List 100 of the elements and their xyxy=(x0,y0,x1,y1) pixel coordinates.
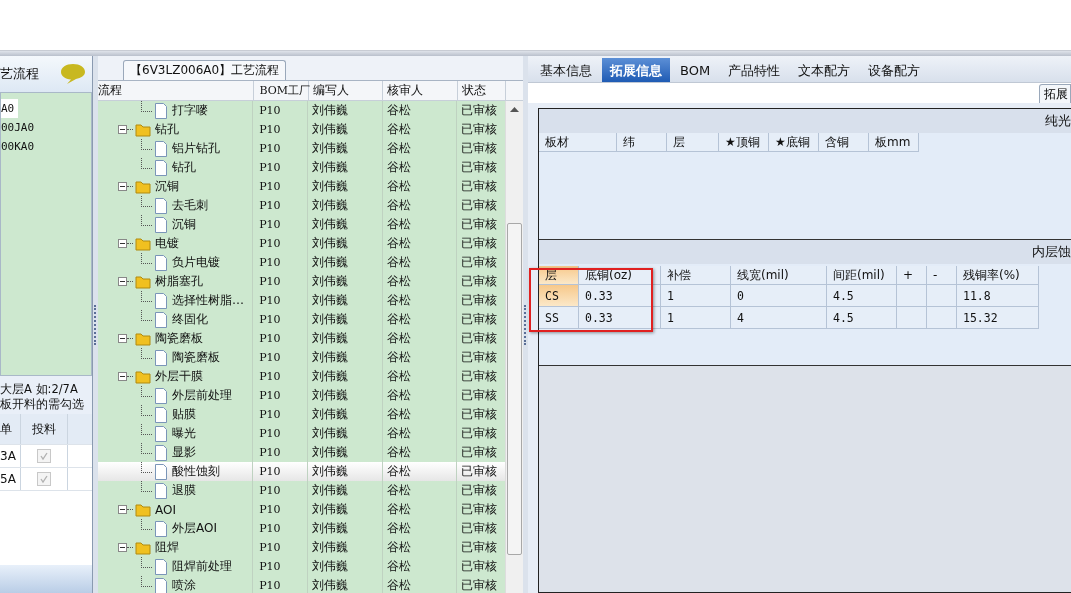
table-cell-text: 已审核 xyxy=(460,349,499,366)
table-cell-text: 已审核 xyxy=(460,254,499,271)
tree-row[interactable]: 负片电镀 P10 刘伟巍 谷松 已审核 xyxy=(98,253,506,272)
tree-row[interactable]: 外层干膜 P10 刘伟巍 谷松 已审核 xyxy=(98,367,506,386)
table-cell: 5A xyxy=(0,468,21,490)
document-icon xyxy=(154,102,168,119)
column-header: 线宽(mil) xyxy=(731,266,827,285)
table-cell-text: 已审核 xyxy=(460,102,499,119)
collapse-icon[interactable] xyxy=(118,372,127,381)
collapse-icon[interactable] xyxy=(118,239,127,248)
column-header: 核审人 xyxy=(383,81,459,100)
table-cell: SS xyxy=(539,307,579,329)
folder-icon xyxy=(135,274,151,289)
tree-row[interactable]: 树脂塞孔 P10 刘伟巍 谷松 已审核 xyxy=(98,272,506,291)
tree-row[interactable]: 喷涂 P10 刘伟巍 谷松 已审核 xyxy=(98,576,506,593)
table-cell: 0.33 xyxy=(579,285,661,307)
step-name: 显影 xyxy=(172,444,196,461)
step-name: 喷涂 xyxy=(172,577,196,593)
tree-row[interactable]: 钻孔 P10 刘伟巍 谷松 已审核 xyxy=(98,158,506,177)
document-icon xyxy=(154,444,168,461)
tree-row[interactable]: 沉铜 P10 刘伟巍 谷松 已审核 xyxy=(98,215,506,234)
collapse-icon[interactable] xyxy=(118,505,127,514)
tree-row[interactable]: 阻焊 P10 刘伟巍 谷松 已审核 xyxy=(98,538,506,557)
step-name: 陶瓷磨板 xyxy=(172,349,220,366)
document-icon xyxy=(154,406,168,423)
document-icon xyxy=(154,254,168,271)
list-item[interactable]: 00KA0 xyxy=(1,137,91,156)
column-header: 状态 xyxy=(458,81,506,100)
step-name: 钻孔 xyxy=(172,159,196,176)
tree-row[interactable]: 沉铜 P10 刘伟巍 谷松 已审核 xyxy=(98,177,506,196)
column-header: 单 xyxy=(0,414,21,444)
step-name: 贴膜 xyxy=(172,406,196,423)
column-header: 残铜率(%) xyxy=(957,266,1039,285)
folder-icon xyxy=(135,122,151,137)
tree-row[interactable]: 酸性蚀刻 P10 刘伟巍 谷松 已审核 xyxy=(98,462,506,481)
tree-row[interactable]: 外层AOI P10 刘伟巍 谷松 已审核 xyxy=(98,519,506,538)
tab[interactable]: 拓展信息 xyxy=(602,58,670,82)
tree-row[interactable]: 铝片钻孔 P10 刘伟巍 谷松 已审核 xyxy=(98,139,506,158)
list-item[interactable]: A0 xyxy=(1,99,18,118)
expand-button[interactable]: 拓展 xyxy=(1039,84,1071,103)
table-cell-text: 已审核 xyxy=(460,387,499,404)
checkbox[interactable] xyxy=(37,472,51,486)
step-name: 选择性树脂… xyxy=(172,292,244,309)
column-header: 板材 xyxy=(539,133,617,152)
document-icon xyxy=(154,577,168,593)
tree-row[interactable]: 陶瓷磨板 P10 刘伟巍 谷松 已审核 xyxy=(98,348,506,367)
table-cell-text: 已审核 xyxy=(460,216,499,233)
tab[interactable]: 产品特性 xyxy=(720,58,789,82)
section-title: 纯光 xyxy=(1045,112,1071,130)
document-icon xyxy=(154,482,168,499)
step-name: 退膜 xyxy=(172,482,196,499)
tab[interactable]: 文本配方 xyxy=(790,58,859,82)
step-name: 沉铜 xyxy=(155,178,179,195)
tree-row[interactable]: AOI P10 刘伟巍 谷松 已审核 xyxy=(98,500,506,519)
table-cell-text: 已审核 xyxy=(460,292,499,309)
tab[interactable]: 基本信息 xyxy=(532,58,600,82)
table-cell xyxy=(927,285,957,307)
document-icon xyxy=(154,216,168,233)
tree-row[interactable]: 显影 P10 刘伟巍 谷松 已审核 xyxy=(98,443,506,462)
document-icon xyxy=(154,463,168,480)
tree-row[interactable]: 陶瓷磨板 P10 刘伟巍 谷松 已审核 xyxy=(98,329,506,348)
scroll-up-icon[interactable] xyxy=(510,107,519,112)
document-icon xyxy=(154,425,168,442)
tab[interactable]: 设备配方 xyxy=(860,58,929,82)
checkbox[interactable] xyxy=(37,449,51,463)
tree-row[interactable]: 曝光 P10 刘伟巍 谷松 已审核 xyxy=(98,424,506,443)
tree-row[interactable]: 选择性树脂… P10 刘伟巍 谷松 已审核 xyxy=(98,291,506,310)
folder-icon xyxy=(135,540,151,555)
scrollbar[interactable] xyxy=(505,101,523,593)
table-cell-text: 已审核 xyxy=(460,444,499,461)
table-cell-text: 已审核 xyxy=(460,273,499,290)
collapse-icon[interactable] xyxy=(118,182,127,191)
tree-row[interactable]: 阻焊前处理 P10 刘伟巍 谷松 已审核 xyxy=(98,557,506,576)
tree-row[interactable]: 钻孔 P10 刘伟巍 谷松 已审核 xyxy=(98,120,506,139)
tree-row[interactable]: 终固化 P10 刘伟巍 谷松 已审核 xyxy=(98,310,506,329)
panel-tab[interactable]: 【6V3LZ006A0】工艺流程 xyxy=(123,60,287,80)
tree-row[interactable]: 外层前处理 P10 刘伟巍 谷松 已审核 xyxy=(98,386,506,405)
column-header: 含铜 xyxy=(819,133,869,152)
tree-row[interactable]: 电镀 P10 刘伟巍 谷松 已审核 xyxy=(98,234,506,253)
table-cell: 11.8 xyxy=(957,285,1039,307)
step-name: 铝片钻孔 xyxy=(172,140,220,157)
table-cell-text: 已审核 xyxy=(460,539,499,556)
document-icon xyxy=(154,558,168,575)
column-header: 流程 xyxy=(98,81,254,100)
tab[interactable]: BOM xyxy=(672,58,719,82)
table-cell-text: 已审核 xyxy=(460,140,499,157)
collapse-icon[interactable] xyxy=(118,277,127,286)
step-name: 去毛刺 xyxy=(172,197,208,214)
collapse-icon[interactable] xyxy=(118,543,127,552)
table-cell-text: 已审核 xyxy=(460,197,499,214)
step-name: 沉铜 xyxy=(172,216,196,233)
collapse-icon[interactable] xyxy=(118,125,127,134)
tree-row[interactable]: 退膜 P10 刘伟巍 谷松 已审核 xyxy=(98,481,506,500)
table-cell xyxy=(897,285,927,307)
tree-row[interactable]: 去毛刺 P10 刘伟巍 谷松 已审核 xyxy=(98,196,506,215)
tree-row[interactable]: 打字嘜 P10 刘伟巍 谷松 已审核 xyxy=(98,101,506,120)
collapse-icon[interactable] xyxy=(118,334,127,343)
list-item[interactable]: 00JA0 xyxy=(1,118,91,137)
column-header: 层 xyxy=(667,133,719,152)
tree-row[interactable]: 贴膜 P10 刘伟巍 谷松 已审核 xyxy=(98,405,506,424)
